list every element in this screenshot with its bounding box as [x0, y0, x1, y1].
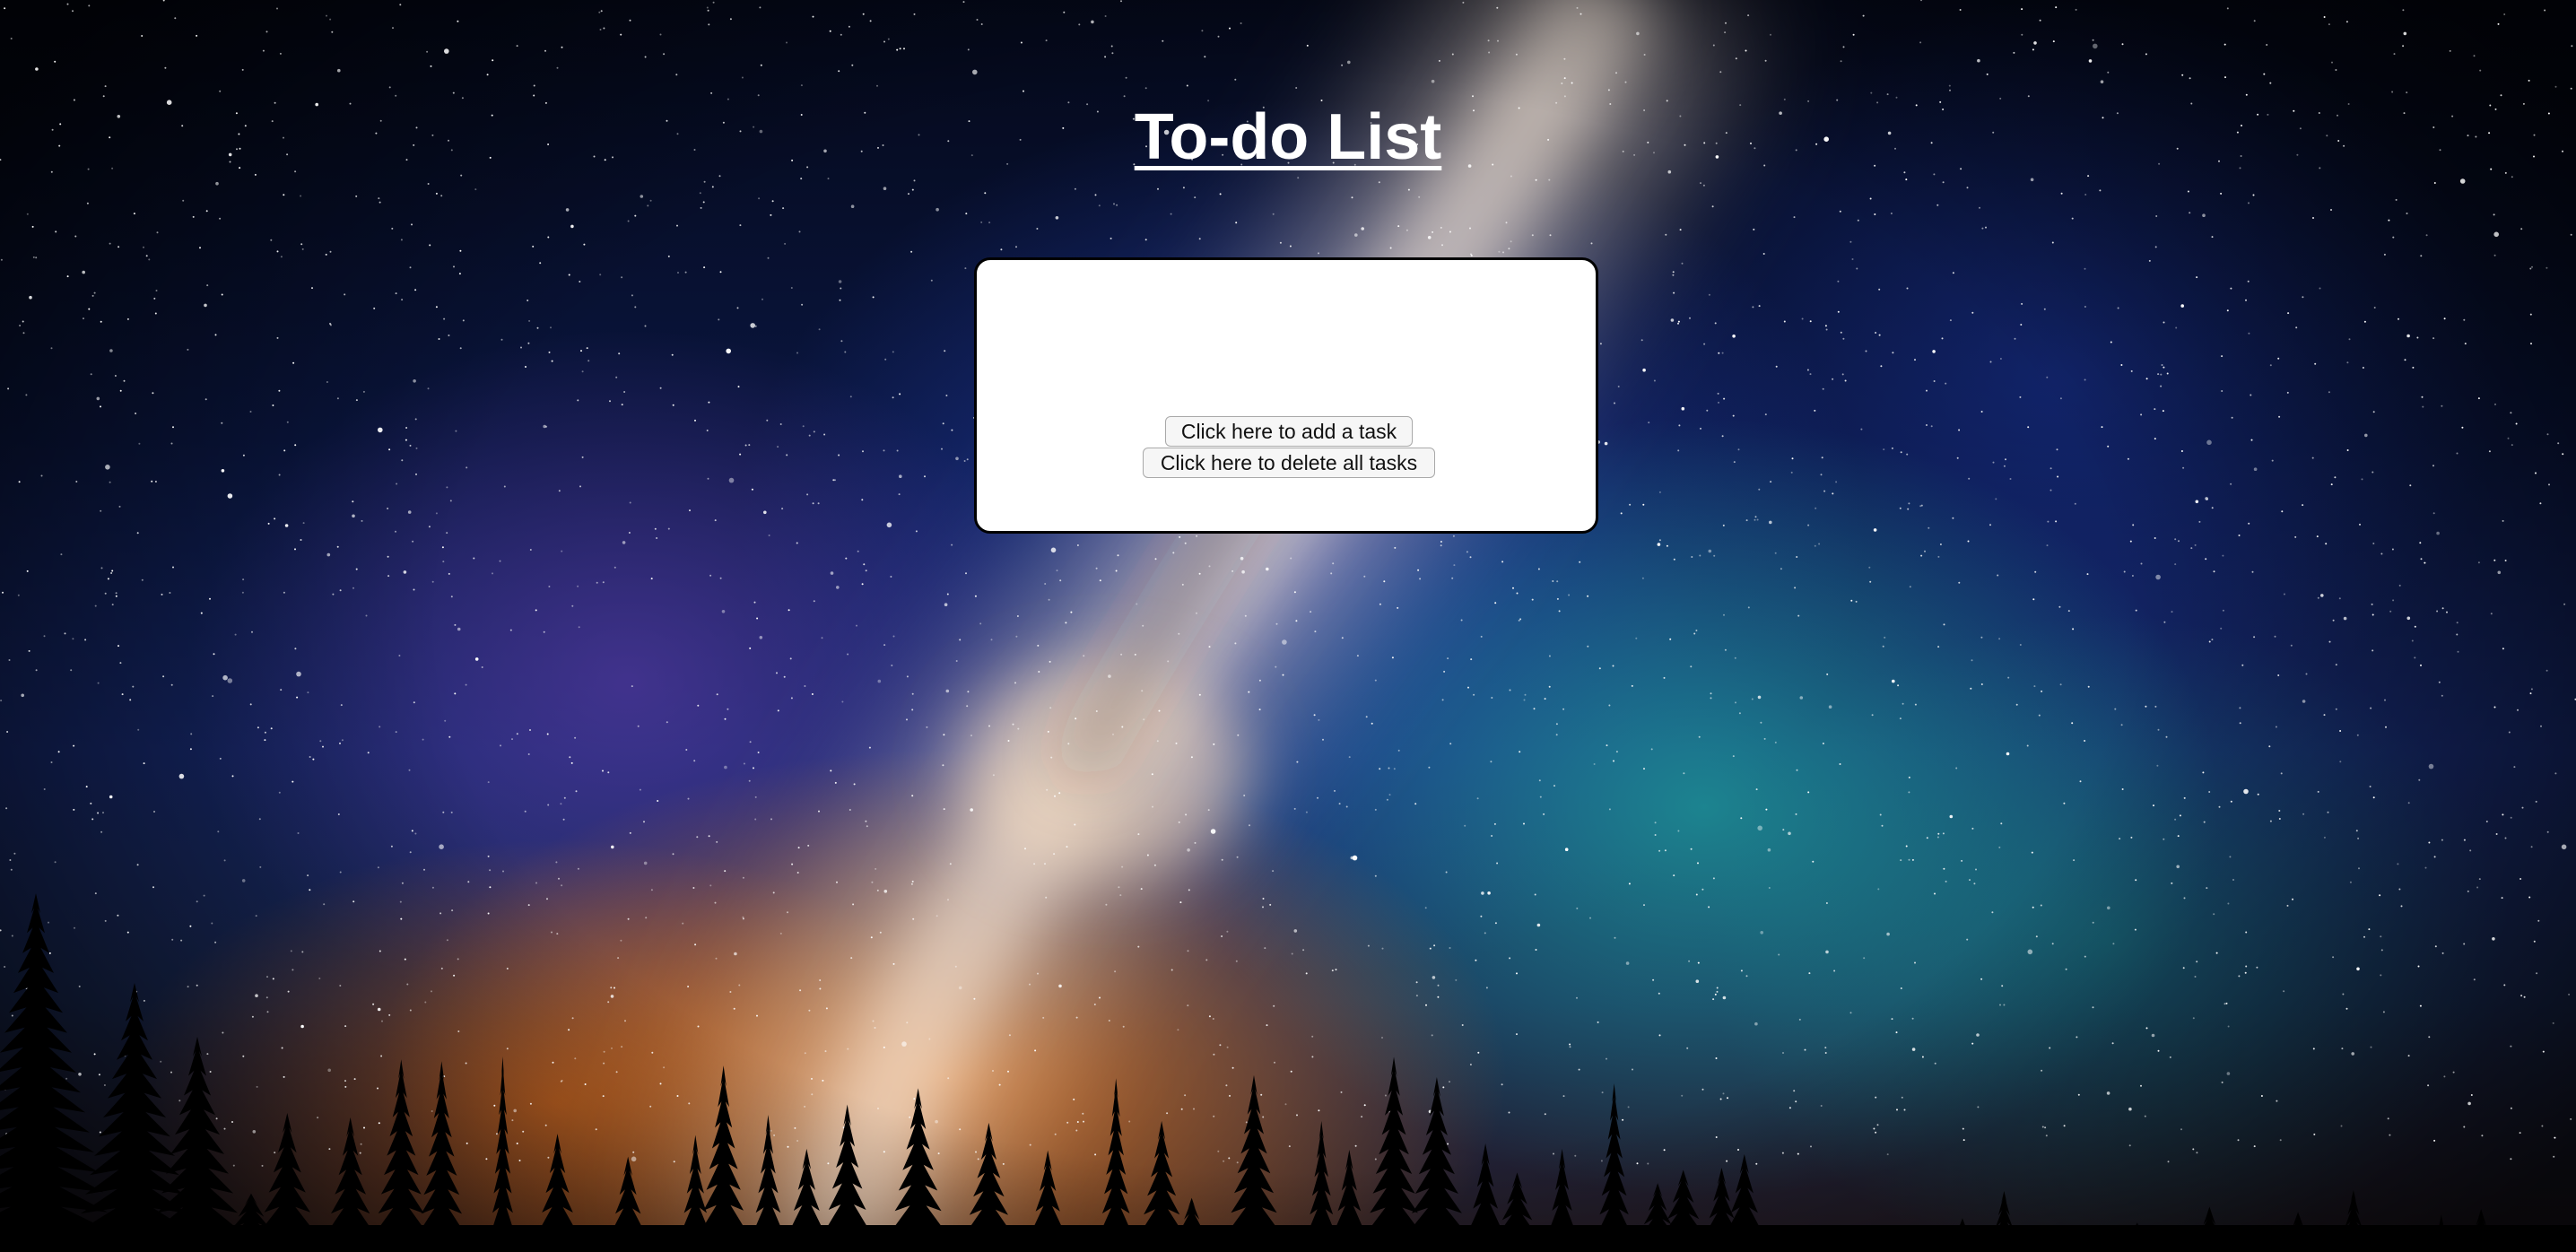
tree-silhouettes: [0, 893, 2576, 1252]
todo-card: Click here to add a task Click here to d…: [974, 257, 1598, 534]
add-task-button[interactable]: Click here to add a task: [1165, 416, 1413, 447]
task-list: [977, 260, 1596, 413]
page-title: To-do List: [1134, 101, 1442, 173]
background-image: [0, 0, 2576, 1252]
delete-all-tasks-button[interactable]: Click here to delete all tasks: [1143, 448, 1435, 478]
